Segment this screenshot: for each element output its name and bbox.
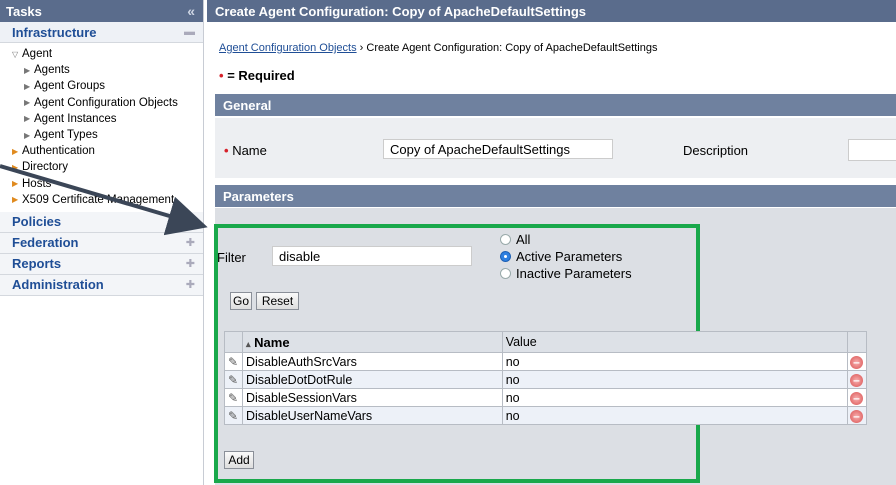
annotation-arrow-icon	[0, 164, 208, 236]
